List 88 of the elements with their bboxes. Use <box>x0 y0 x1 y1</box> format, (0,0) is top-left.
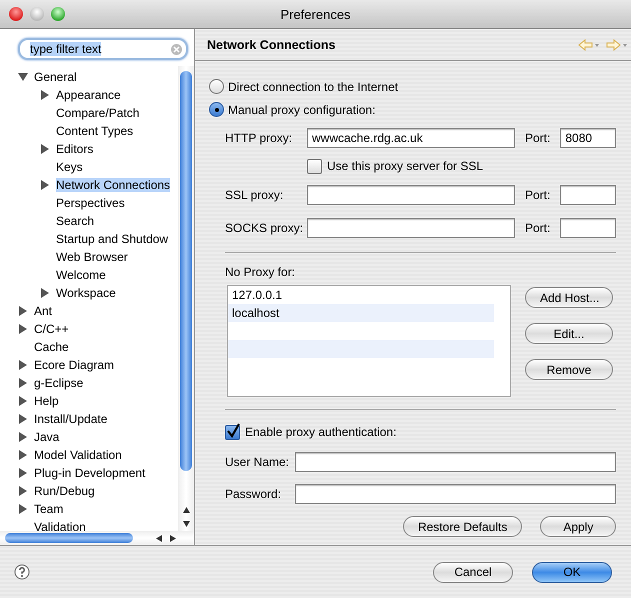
credential-field[interactable] <box>295 484 616 504</box>
horizontal-scrollbar[interactable] <box>0 531 194 545</box>
proxy-host-field[interactable] <box>307 184 515 204</box>
tree-item[interactable]: Plug-in Development <box>34 466 146 480</box>
expanded-arrow-icon[interactable] <box>18 72 28 82</box>
credential-field[interactable] <box>295 452 616 472</box>
port-label: Port: <box>525 188 550 202</box>
list-action-button[interactable]: Remove <box>525 359 613 380</box>
proxy-host-field[interactable]: wwwcache.rdg.ac.uk <box>307 128 515 148</box>
tree-item[interactable]: Help <box>34 394 59 408</box>
port-field[interactable] <box>560 184 616 204</box>
credential-label: User Name: <box>225 455 290 469</box>
checkbox-label[interactable]: Use this proxy server for SSL <box>327 159 484 173</box>
tree-item[interactable]: Ant <box>34 304 52 318</box>
collapsed-arrow-icon[interactable] <box>18 306 28 316</box>
host-item[interactable]: localhost <box>228 304 494 322</box>
tree-item[interactable]: Java <box>34 430 60 444</box>
tree-item[interactable]: Workspace <box>56 286 116 300</box>
collapsed-arrow-icon[interactable] <box>40 288 50 298</box>
proxy-host-field[interactable] <box>307 218 515 238</box>
radio-label[interactable]: Manual proxy configuration: <box>228 102 376 116</box>
tree-item[interactable]: Welcome <box>56 268 106 282</box>
list-action-button[interactable]: Edit... <box>525 323 613 344</box>
credential-label: Password: <box>225 487 282 501</box>
collapsed-arrow-icon[interactable] <box>40 90 50 100</box>
radio-button[interactable] <box>209 102 224 117</box>
tree-item[interactable]: Appearance <box>56 88 121 102</box>
tree-item[interactable]: C/C++ <box>34 322 69 336</box>
collapsed-arrow-icon[interactable] <box>18 378 28 388</box>
dialog-button[interactable]: Cancel <box>433 562 513 582</box>
close-button[interactable] <box>9 7 23 21</box>
radio-label[interactable]: Direct connection to the Internet <box>228 80 398 94</box>
left-arrow-icon[interactable] <box>156 534 162 542</box>
page-button[interactable]: Restore Defaults <box>402 516 522 537</box>
proxy-label: SSL proxy: <box>225 188 284 202</box>
help-icon[interactable] <box>14 564 30 580</box>
no-proxy-label: No Proxy for: <box>224 265 296 279</box>
tree-item[interactable]: Model Validation <box>34 448 122 462</box>
collapsed-arrow-icon[interactable] <box>18 396 28 406</box>
tree-item[interactable]: Ecore Diagram <box>34 358 114 372</box>
proxy-label: SOCKS proxy: <box>225 220 304 234</box>
page-button[interactable]: Apply <box>540 516 616 537</box>
tree-item[interactable]: Compare/Patch <box>56 106 140 120</box>
tree-item[interactable]: Content Types <box>56 124 134 138</box>
tree-item[interactable]: Install/Update <box>34 412 108 426</box>
port-field[interactable] <box>560 218 616 238</box>
right-arrow-icon[interactable] <box>170 534 176 542</box>
tree-item[interactable]: Cache <box>34 340 69 354</box>
page-title: Network Connections <box>207 38 336 52</box>
collapsed-arrow-icon[interactable] <box>18 432 28 442</box>
host-item[interactable]: 127.0.0.1 <box>228 286 494 304</box>
collapsed-arrow-icon[interactable] <box>18 468 28 478</box>
collapsed-arrow-icon[interactable] <box>18 450 28 460</box>
tree-item[interactable]: g-Eclipse <box>34 376 84 390</box>
vertical-scrollbar[interactable] <box>178 66 194 531</box>
checkbox[interactable] <box>307 158 322 174</box>
up-arrow-icon[interactable] <box>182 507 190 513</box>
port-label: Port: <box>525 130 550 144</box>
tree-item[interactable]: Validation <box>34 520 86 531</box>
dialog-button[interactable]: OK <box>532 562 612 582</box>
window-title: Preferences <box>280 6 351 22</box>
filter-field[interactable]: type filter text <box>18 38 188 60</box>
tree-item[interactable]: Startup and Shutdow <box>56 232 168 246</box>
tree-item[interactable]: Web Browser <box>56 250 128 264</box>
port-field[interactable]: 8080 <box>560 128 616 148</box>
tree-item[interactable]: Team <box>34 502 64 516</box>
down-arrow-icon[interactable] <box>182 521 190 527</box>
collapsed-arrow-icon[interactable] <box>18 414 28 424</box>
collapsed-arrow-icon[interactable] <box>40 144 50 154</box>
host-list[interactable]: 127.0.0.1 localhost <box>227 285 511 397</box>
tree-item[interactable]: Keys <box>56 160 83 174</box>
collapsed-arrow-icon[interactable] <box>18 504 28 514</box>
collapsed-arrow-icon[interactable] <box>18 324 28 334</box>
tree-item[interactable]: Search <box>56 214 94 228</box>
tree-item[interactable]: Editors <box>56 142 94 156</box>
tree-item[interactable]: Run/Debug <box>34 484 95 498</box>
tree-item[interactable]: General <box>34 70 77 84</box>
checkbox[interactable] <box>225 424 240 440</box>
port-label: Port: <box>525 220 550 234</box>
collapsed-arrow-icon[interactable] <box>40 180 50 190</box>
list-action-button[interactable]: Add Host... <box>525 287 613 308</box>
radio-button[interactable] <box>209 79 224 94</box>
tree-item[interactable]: Perspectives <box>56 196 125 210</box>
tree-item[interactable]: Network Connections <box>56 178 170 192</box>
collapsed-arrow-icon[interactable] <box>18 486 28 496</box>
proxy-label: HTTP proxy: <box>225 130 294 144</box>
collapsed-arrow-icon[interactable] <box>18 360 28 370</box>
checkbox-label[interactable]: Enable proxy authentication: <box>245 425 396 439</box>
